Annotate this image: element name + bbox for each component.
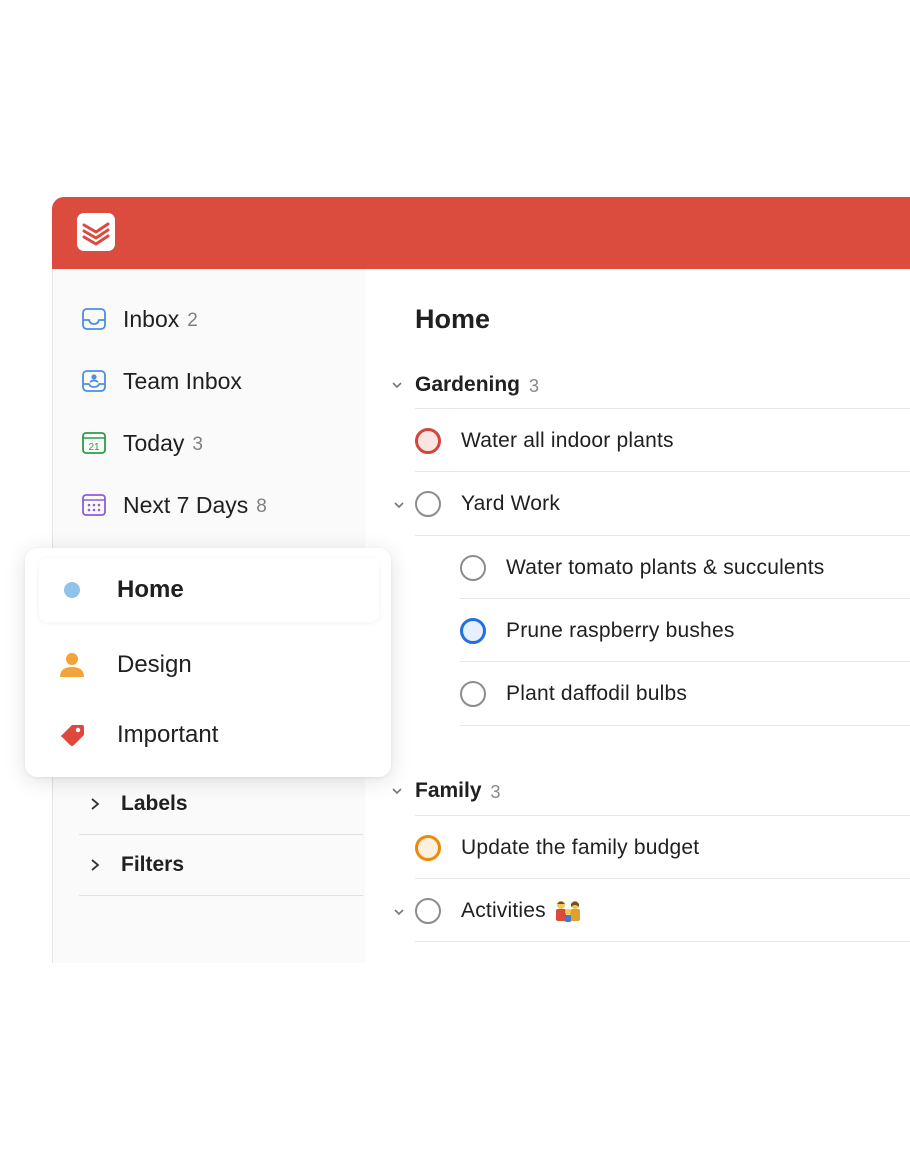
task-label: Plant daffodil bulbs — [506, 682, 688, 705]
sidebar-labels-label: Labels — [121, 792, 188, 815]
section-count: 3 — [490, 781, 501, 802]
calendar-week-icon — [81, 492, 107, 518]
sidebar-filters-label: Filters — [121, 853, 185, 876]
sidebar-filters-toggle[interactable]: Filters — [79, 835, 363, 896]
section-title: Family — [415, 779, 482, 802]
sidebar-item-label: Next 7 Days — [123, 491, 249, 518]
team-inbox-icon — [81, 368, 107, 394]
task-checkbox[interactable] — [460, 555, 486, 581]
sidebar-item-team-inbox[interactable]: Team Inbox — [81, 361, 351, 401]
task-label: Activities — [461, 899, 546, 922]
task-label: Update the family budget — [461, 836, 700, 859]
chevron-down-icon[interactable] — [393, 497, 405, 515]
top-bar — [52, 197, 910, 269]
sidebar-item-inbox[interactable]: Inbox 2 — [81, 299, 351, 339]
section-title: Gardening — [415, 373, 521, 396]
task-label: Yard Work — [461, 492, 561, 515]
inbox-icon — [81, 306, 107, 332]
sidebar-item-next-7-days[interactable]: Next 7 Days 8 — [81, 485, 351, 525]
chevron-down-icon[interactable] — [393, 904, 405, 922]
divider — [460, 725, 910, 726]
subtask-item[interactable]: Prune raspberry bushes — [460, 600, 735, 662]
popup-item-label: Important — [117, 721, 219, 748]
sidebar-item-label: Inbox — [123, 305, 180, 332]
family-emoji-icon — [554, 899, 582, 923]
task-checkbox[interactable] — [460, 681, 486, 707]
chevron-down-icon — [391, 786, 407, 796]
chevron-right-icon — [89, 797, 111, 811]
sidebar-labels-toggle[interactable]: Labels — [79, 774, 363, 835]
calendar-date-text: 21 — [88, 442, 100, 453]
divider — [460, 661, 910, 662]
popup-item-label: Design — [117, 651, 192, 678]
subtask-item[interactable]: Water tomato plants & succulents — [460, 537, 824, 599]
popup-item-label: Home — [117, 576, 184, 603]
divider — [415, 878, 910, 879]
sidebar-item-today[interactable]: 21 Today 3 — [81, 423, 351, 463]
task-checkbox[interactable] — [415, 835, 441, 861]
calendar-today-icon: 21 — [81, 430, 107, 456]
popup-item-design[interactable]: Design — [39, 633, 379, 697]
section-count: 3 — [529, 375, 540, 396]
main-content: Home Gardening 3 Water all indoor plants… — [363, 270, 910, 970]
sidebar-item-count: 2 — [187, 309, 198, 331]
sidebar-item-label: Team Inbox — [123, 367, 242, 394]
task-checkbox[interactable] — [460, 618, 486, 644]
divider — [415, 941, 910, 942]
divider — [460, 598, 910, 599]
divider — [415, 535, 910, 536]
divider — [415, 471, 910, 472]
task-label: Water all indoor plants — [461, 429, 674, 452]
task-item[interactable]: Activities — [394, 880, 582, 942]
section-header-family[interactable]: Family 3 — [391, 769, 910, 813]
task-checkbox[interactable] — [415, 491, 441, 517]
app-logo-icon[interactable] — [77, 213, 115, 251]
task-checkbox[interactable] — [415, 898, 441, 924]
subtask-item[interactable]: Plant daffodil bulbs — [460, 663, 687, 725]
page-title: Home — [415, 304, 491, 334]
label-tag-icon — [55, 721, 89, 749]
task-label: Water tomato plants & succulents — [506, 556, 825, 579]
sidebar-item-count: 3 — [192, 433, 203, 455]
sidebar-item-count: 8 — [256, 495, 267, 517]
person-icon — [55, 651, 89, 679]
divider — [415, 815, 910, 816]
sidebar-item-label: Today — [123, 429, 185, 456]
task-label: Prune raspberry bushes — [506, 619, 735, 642]
project-popup-menu: Home Design Important — [25, 548, 391, 777]
task-checkbox[interactable] — [415, 428, 441, 454]
task-item[interactable]: Yard Work — [394, 473, 561, 535]
chevron-down-icon — [391, 380, 407, 390]
chevron-right-icon — [89, 858, 111, 872]
popup-item-home[interactable]: Home — [39, 558, 379, 622]
popup-item-important[interactable]: Important — [39, 703, 379, 767]
section-header-gardening[interactable]: Gardening 3 — [391, 363, 910, 407]
task-item[interactable]: Update the family budget — [415, 817, 699, 879]
divider — [415, 408, 910, 409]
project-dot-icon — [55, 580, 89, 600]
task-item[interactable]: Water all indoor plants — [415, 410, 674, 472]
